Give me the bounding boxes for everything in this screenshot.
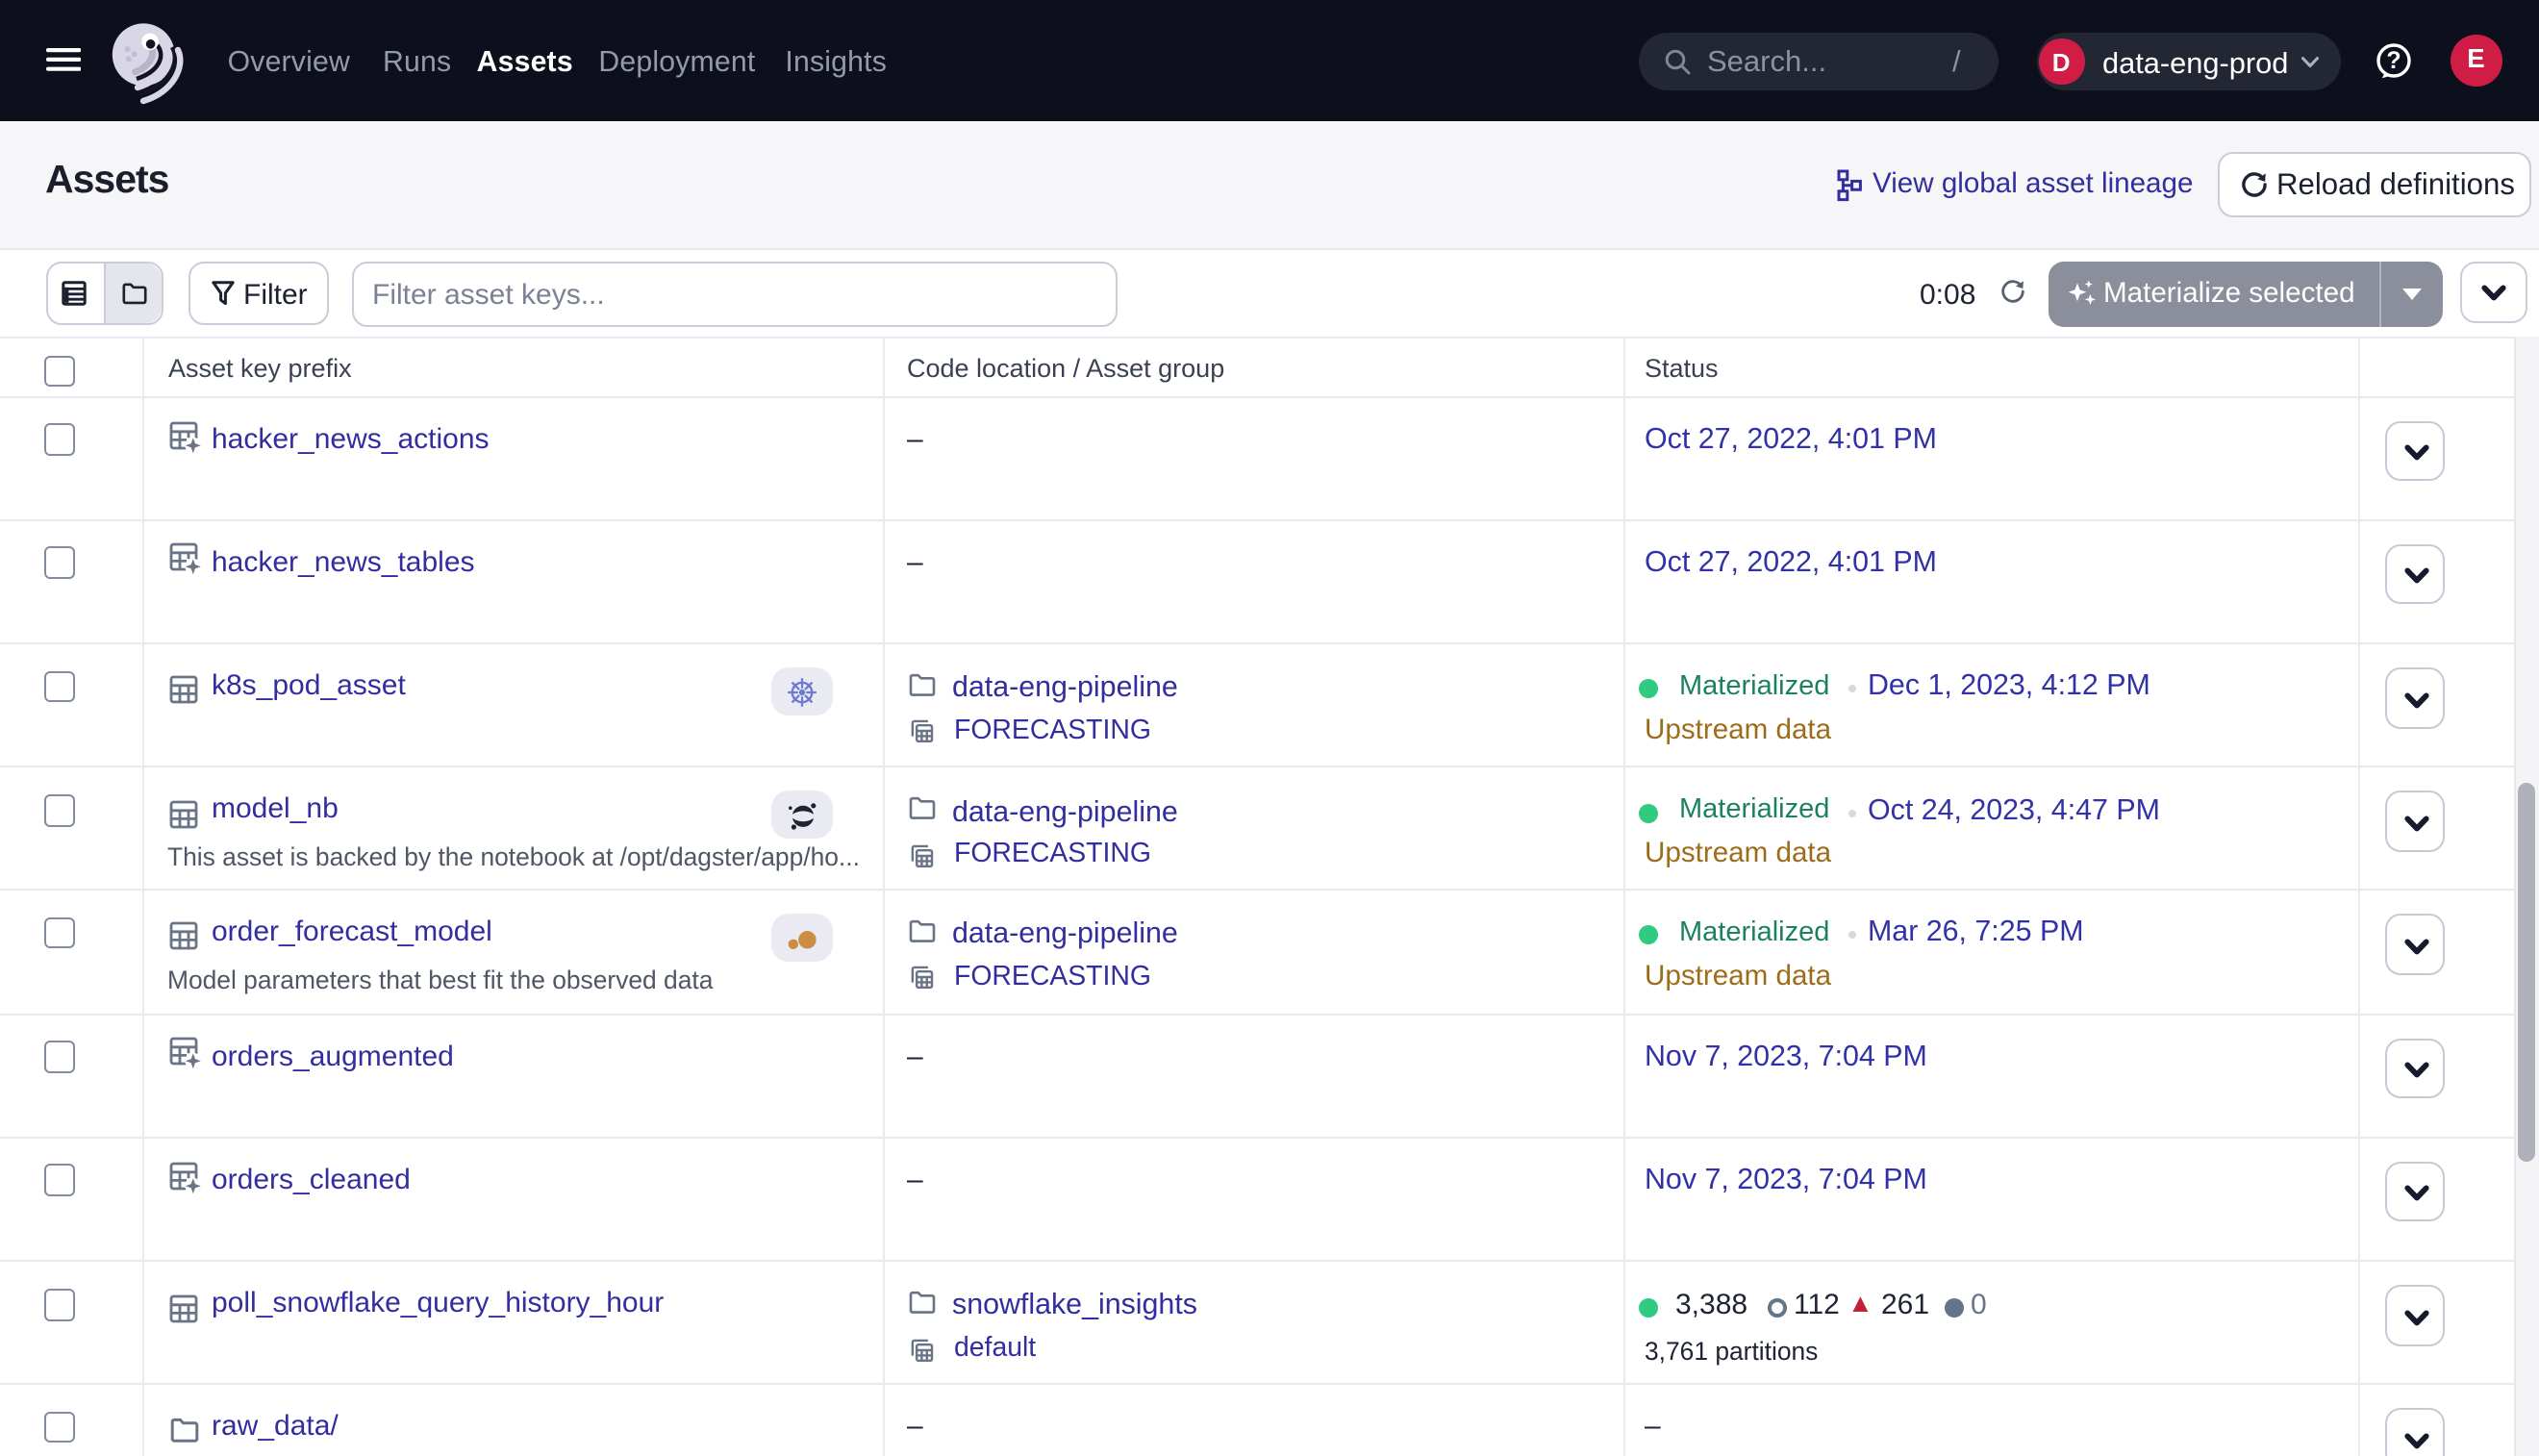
svg-text:?: ?: [2386, 47, 2401, 74]
